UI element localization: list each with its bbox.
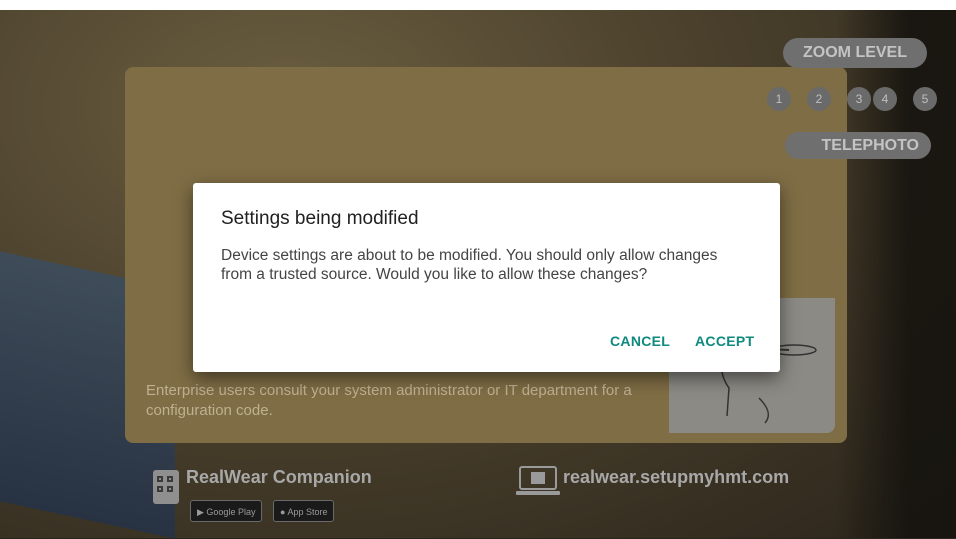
dialog-message: Device settings are about to be modified… [221, 247, 718, 283]
enterprise-instructions: Enterprise users consult your system adm… [146, 382, 632, 419]
zoom-level-2[interactable]: 2 [807, 87, 831, 111]
settings-modified-dialog: Settings being modified Device settings … [193, 183, 780, 372]
zoom-level-4[interactable]: 4 [873, 87, 897, 111]
laptop-qr-icon [516, 466, 560, 495]
top-border [0, 0, 956, 10]
zoom-level-3[interactable]: 3 [847, 87, 871, 111]
google-play-badge[interactable]: ▶ Google Play [190, 500, 263, 522]
telephoto-mode[interactable]: TELEPHOTO [785, 132, 931, 159]
setup-url: realwear.setupmyhmt.com [563, 467, 790, 487]
accept-button[interactable]: ACCEPT [695, 333, 754, 349]
realwear-companion-label: RealWear Companion [186, 467, 372, 487]
cancel-button[interactable]: CANCEL [610, 333, 670, 349]
qr-code-icon [153, 470, 179, 504]
dialog-title: Settings being modified [221, 208, 419, 229]
app-store-badge[interactable]: ● App Store [273, 500, 335, 522]
zoom-level-1[interactable]: 1 [767, 87, 791, 111]
play-icon: ▶ [197, 507, 207, 517]
zoom-level-5[interactable]: 5 [913, 87, 937, 111]
zoom-level-label: ZOOM LEVEL [783, 38, 927, 68]
